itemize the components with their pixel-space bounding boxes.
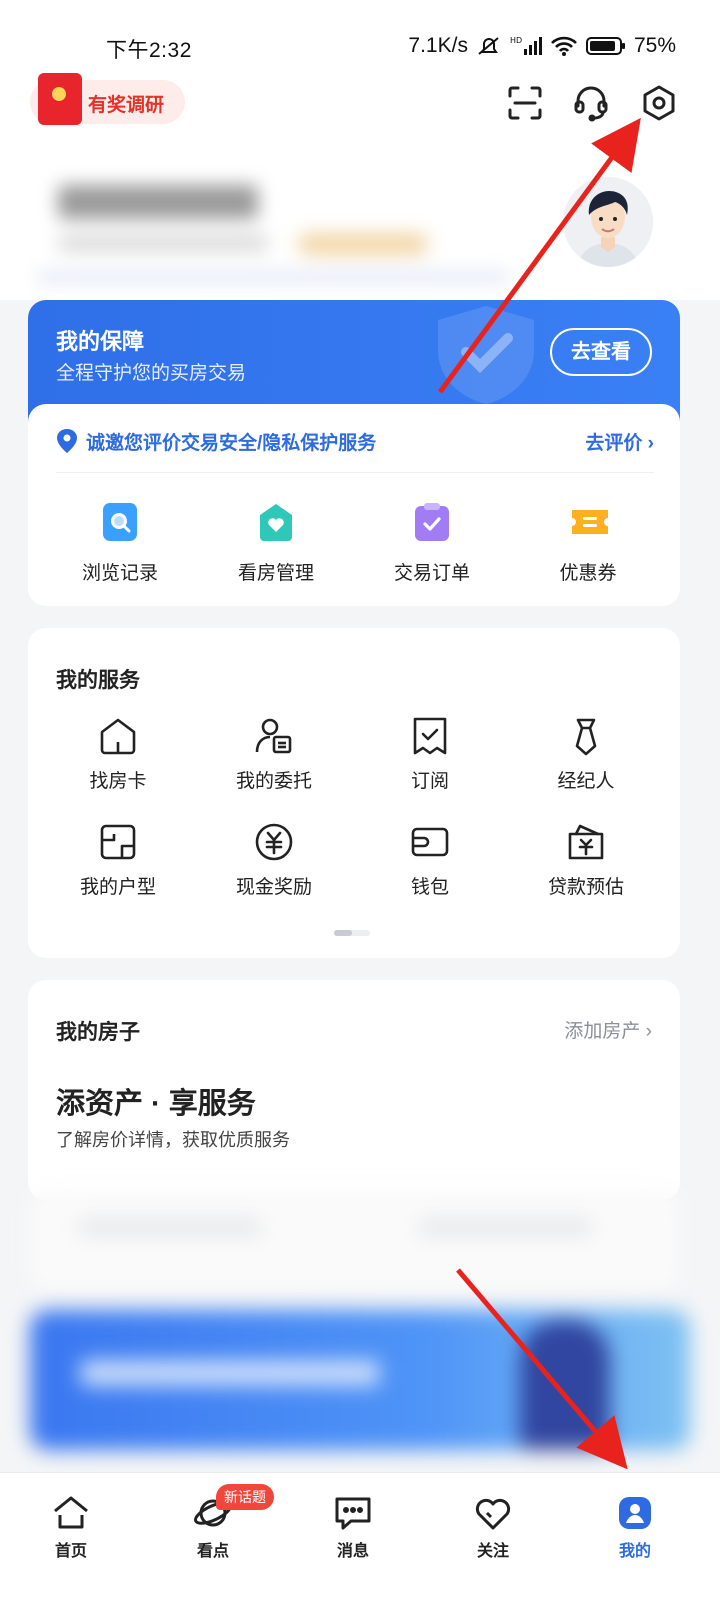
quick-item-label: 浏览记录 xyxy=(81,563,158,584)
tab-label: 关注 xyxy=(476,1543,509,1560)
service-loan-estimate[interactable]: 贷款预估 xyxy=(516,822,656,899)
quick-item-label: 交易订单 xyxy=(393,563,470,584)
divider xyxy=(56,472,654,473)
service-wallet[interactable]: 钱包 xyxy=(360,822,500,899)
services-title: 我的服务 xyxy=(56,669,140,692)
evaluation-invite-text: 诚邀您评价交易安全/隐私保护服务 xyxy=(86,433,377,454)
survey-label[interactable]: 有奖调研 xyxy=(88,90,164,117)
service-label: 经纪人 xyxy=(557,771,615,792)
shield-check-icon xyxy=(426,304,546,409)
location-pin-icon xyxy=(56,428,78,459)
status-indicators: 7.1K/s HD 75% xyxy=(408,34,676,58)
view-guarantee-button[interactable]: 去查看 xyxy=(550,328,652,376)
house-title: 我的房子 xyxy=(56,1021,140,1044)
tab-label: 看点 xyxy=(196,1543,229,1560)
quick-item-label: 看房管理 xyxy=(237,563,314,584)
subscribe-icon xyxy=(410,716,450,756)
tab-follow[interactable]: 关注 xyxy=(448,1493,538,1561)
settings-icon[interactable] xyxy=(640,84,678,122)
profile-icon xyxy=(615,1493,655,1533)
browse-history-icon xyxy=(102,502,138,542)
agent-icon xyxy=(566,716,606,756)
house-description: 了解房价详情，获取优质服务 xyxy=(56,1130,290,1150)
service-house-card[interactable]: 找房卡 xyxy=(48,716,188,793)
service-label: 我的户型 xyxy=(79,877,156,898)
quick-coupon[interactable]: 优惠券 xyxy=(528,502,648,585)
battery-level: 75% xyxy=(633,34,676,57)
service-label: 找房卡 xyxy=(89,771,147,792)
evaluate-link-label: 去评价 xyxy=(585,433,643,454)
tab-message[interactable]: 消息 xyxy=(308,1493,398,1561)
tab-label: 我的 xyxy=(618,1543,651,1560)
service-cash-reward[interactable]: 现金奖励 xyxy=(204,822,344,899)
tab-label: 首页 xyxy=(54,1543,87,1560)
scan-icon[interactable] xyxy=(506,84,544,122)
service-label: 现金奖励 xyxy=(235,877,312,898)
avatar[interactable] xyxy=(563,177,653,267)
guarantee-card: 我的保障 全程守护您的买房交易 去查看 诚邀您评价交易安全/隐私保护服务 去评价… xyxy=(28,300,680,606)
service-label: 贷款预估 xyxy=(547,877,624,898)
chevron-right-icon: › xyxy=(645,1021,652,1042)
service-entrust[interactable]: 我的委托 xyxy=(204,716,344,793)
net-speed: 7.1K/s xyxy=(408,34,468,57)
wifi-icon xyxy=(550,35,578,57)
services-card: 我的服务 找房卡 我的委托 订阅 经纪人 我的户型 现金奖励 钱包 贷款预估 xyxy=(28,628,680,958)
new-topic-badge: 新话题 xyxy=(216,1484,274,1510)
guarantee-title: 我的保障 xyxy=(56,329,145,354)
quick-trade-order[interactable]: 交易订单 xyxy=(372,502,492,585)
customer-service-icon[interactable] xyxy=(572,84,610,122)
red-envelope-icon xyxy=(38,73,82,125)
bottom-tab-bar: 首页 看点 消息 关注 我的 xyxy=(0,1472,720,1600)
svg-text:HD: HD xyxy=(510,36,522,45)
house-card-icon xyxy=(98,716,138,756)
coupon-icon xyxy=(570,502,608,542)
service-subscribe[interactable]: 订阅 xyxy=(360,716,500,793)
service-label: 我的委托 xyxy=(235,771,312,792)
heart-icon xyxy=(473,1493,513,1533)
quick-viewing-manage[interactable]: 看房管理 xyxy=(216,502,336,585)
guarantee-body: 诚邀您评价交易安全/隐私保护服务 去评价 › 浏览记录 看房管理 交易订单 优惠… xyxy=(28,404,680,606)
mute-icon xyxy=(476,35,502,57)
page-indicator xyxy=(334,930,370,936)
entrust-icon xyxy=(254,716,294,756)
tab-profile[interactable]: 我的 xyxy=(590,1493,680,1561)
blurred-promo-region xyxy=(0,1180,720,1480)
my-house-card: 我的房子 添加房产 › 添资产 · 享服务 了解房价详情，获取优质服务 xyxy=(28,980,680,1200)
wallet-icon xyxy=(410,822,450,862)
chevron-right-icon: › xyxy=(647,433,654,454)
add-property-link[interactable]: 添加房产 › xyxy=(564,1016,652,1043)
guarantee-subtitle: 全程守护您的买房交易 xyxy=(56,363,247,384)
add-property-label: 添加房产 xyxy=(564,1021,641,1042)
tab-home[interactable]: 首页 xyxy=(26,1493,116,1561)
viewing-manage-icon xyxy=(258,502,294,542)
service-label: 钱包 xyxy=(410,877,449,898)
battery-icon xyxy=(585,35,626,57)
status-bar: 下午2:32 7.1K/s HD 75% xyxy=(0,0,720,84)
house-headline: 添资产 · 享服务 xyxy=(56,1088,256,1120)
cash-reward-icon xyxy=(254,822,294,862)
trade-order-icon xyxy=(414,502,450,542)
evaluation-invite-row[interactable]: 诚邀您评价交易安全/隐私保护服务 去评价 › xyxy=(56,426,654,460)
loan-estimate-icon xyxy=(566,822,606,862)
service-floorplan[interactable]: 我的户型 xyxy=(48,822,188,899)
floorplan-icon xyxy=(98,822,138,862)
evaluate-link[interactable]: 去评价 › xyxy=(585,428,654,455)
tab-label: 消息 xyxy=(336,1543,369,1560)
quick-item-label: 优惠券 xyxy=(559,563,617,584)
quick-browse-history[interactable]: 浏览记录 xyxy=(60,502,180,585)
message-icon xyxy=(333,1493,373,1533)
service-agent[interactable]: 经纪人 xyxy=(516,716,656,793)
signal-icon: HD xyxy=(510,35,542,57)
profile-info-blurred xyxy=(38,175,508,285)
home-icon xyxy=(51,1493,91,1533)
status-time: 下午2:32 xyxy=(106,39,192,62)
service-label: 订阅 xyxy=(410,771,449,792)
